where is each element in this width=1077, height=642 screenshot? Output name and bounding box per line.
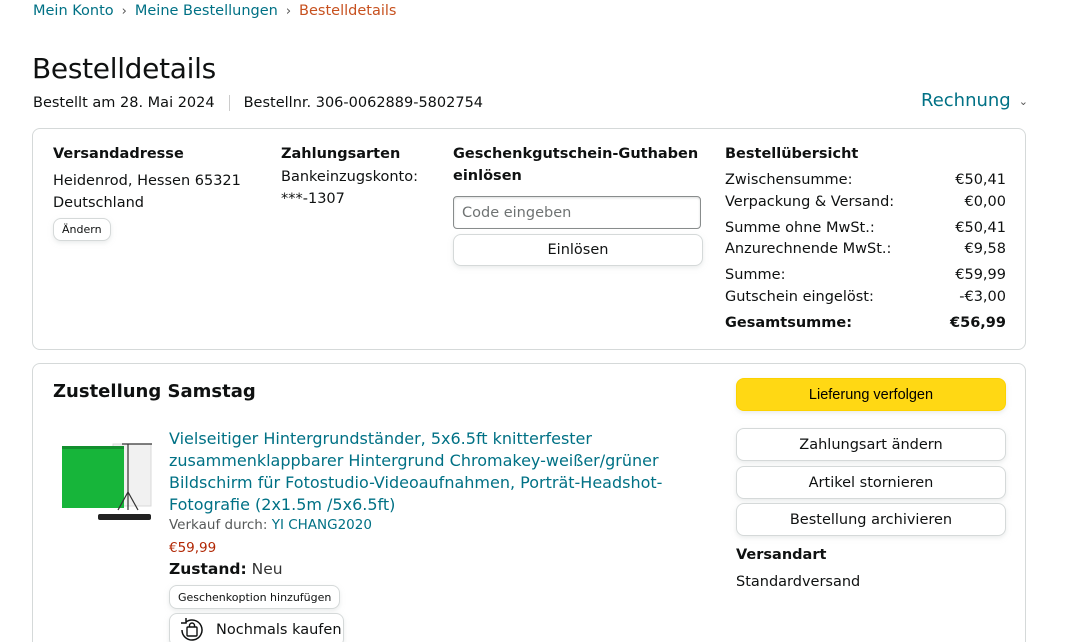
payment-account: ***-1307	[281, 191, 345, 207]
buy-again-button[interactable]: Nochmals kaufen	[169, 613, 344, 642]
payment-method: Bankeinzugskonto:	[281, 169, 418, 185]
track-delivery-button[interactable]: Lieferung verfolgen	[736, 378, 1006, 411]
product-thumbnail[interactable]	[60, 440, 153, 524]
shipping-address-line1: Heidenrod, Hessen 65321	[53, 173, 241, 189]
shipping-method-heading: Versandart	[736, 547, 827, 563]
order-meta: Bestellt am 28. Mai 2024 Bestellnr. 306-…	[33, 95, 483, 111]
summary-row: Zwischensumme: €50,41	[725, 172, 1006, 188]
buy-again-icon	[178, 617, 206, 642]
product-image	[60, 440, 153, 524]
condition-value: Neu	[251, 560, 283, 578]
product-title-line: Fotografie (2x1.5m /5x6.5ft)	[169, 495, 396, 514]
summary-label: Summe ohne MwSt.:	[725, 220, 875, 236]
redeem-button[interactable]: Einlösen	[453, 234, 703, 266]
summary-row: Summe ohne MwSt.: €50,41	[725, 220, 1006, 236]
order-date: Bestellt am 28. Mai 2024	[33, 95, 215, 111]
payment-heading: Zahlungsarten	[281, 146, 401, 162]
product-title-link[interactable]: Vielseitiger Hintergrundständer, 5x6.5ft…	[169, 428, 662, 516]
chevron-down-icon: ⌄	[1018, 95, 1028, 108]
summary-total-value: €56,99	[950, 315, 1006, 331]
summary-total-label: Gesamtsumme:	[725, 315, 852, 331]
invoice-dropdown[interactable]: Rechnung ⌄	[921, 90, 1028, 111]
summary-label: Gutschein eingelöst:	[725, 289, 874, 305]
breadcrumb: Mein Konto › Meine Bestellungen › Bestel…	[33, 3, 396, 19]
breadcrumb-current: Bestelldetails	[299, 3, 397, 19]
product-title-line: Vielseitiger Hintergrundständer, 5x6.5ft…	[169, 429, 592, 448]
summary-value: €9,58	[964, 241, 1006, 257]
buy-again-label: Nochmals kaufen	[216, 622, 342, 638]
archive-order-button[interactable]: Bestellung archivieren	[736, 503, 1006, 536]
breadcrumb-separator: ›	[285, 3, 292, 19]
change-address-button[interactable]: Ändern	[53, 218, 111, 241]
summary-value: -€3,00	[959, 289, 1006, 305]
breadcrumb-separator: ›	[121, 3, 127, 19]
summary-label: Anzurechnende MwSt.:	[725, 241, 892, 257]
product-condition: Zustand: Neu	[169, 560, 283, 578]
order-number: Bestellnr. 306-0062889-5802754	[243, 95, 484, 111]
summary-row: Gutschein eingelöst: -€3,00	[725, 289, 1006, 305]
divider	[228, 95, 230, 111]
summary-value: €59,99	[955, 267, 1006, 283]
summary-row: Summe: €59,99	[725, 267, 1006, 283]
seller-link[interactable]: YI CHANG2020	[272, 517, 372, 533]
summary-label: Zwischensumme:	[725, 172, 853, 188]
product-title-line: zusammenklappbarer Hintergrund Chromakey…	[169, 451, 659, 470]
summary-label: Verpackung & Versand:	[725, 194, 895, 210]
seller-prefix: Verkauf durch:	[169, 517, 268, 533]
gift-card-heading-line2: einlösen	[453, 168, 522, 184]
summary-value: €50,41	[955, 172, 1006, 188]
page-title: Bestelldetails	[32, 52, 216, 85]
order-summary-heading: Bestellübersicht	[725, 146, 859, 162]
breadcrumb-my-account[interactable]: Mein Konto	[33, 3, 114, 19]
seller-info: Verkauf durch: YI CHANG2020	[169, 517, 372, 533]
product-title-line: Bildschirm für Fotostudio-Videoaufnahmen…	[169, 473, 663, 492]
summary-value: €50,41	[955, 220, 1006, 236]
summary-value: €0,00	[964, 194, 1006, 210]
shipping-address-heading: Versandadresse	[53, 146, 184, 162]
gift-code-input[interactable]	[453, 196, 701, 229]
summary-label: Summe:	[725, 267, 786, 283]
summary-row: Anzurechnende MwSt.: €9,58	[725, 241, 1006, 257]
shipping-address-line2: Deutschland	[53, 195, 144, 211]
invoice-label: Rechnung	[921, 90, 1011, 111]
breadcrumb-my-orders[interactable]: Meine Bestellungen	[135, 3, 278, 19]
shipping-method-value: Standardversand	[736, 574, 861, 590]
cancel-item-button[interactable]: Artikel stornieren	[736, 466, 1006, 499]
change-payment-button[interactable]: Zahlungsart ändern	[736, 428, 1006, 461]
summary-row: Verpackung & Versand: €0,00	[725, 194, 1006, 210]
gift-card-heading-line1: Geschenkgutschein-Guthaben	[453, 146, 699, 162]
delivery-heading: Zustellung Samstag	[53, 381, 256, 402]
condition-label: Zustand:	[169, 560, 247, 578]
product-price: €59,99	[169, 540, 217, 556]
add-gift-option-button[interactable]: Geschenkoption hinzufügen	[169, 585, 341, 609]
summary-total-row: Gesamtsumme: €56,99	[725, 315, 1006, 331]
